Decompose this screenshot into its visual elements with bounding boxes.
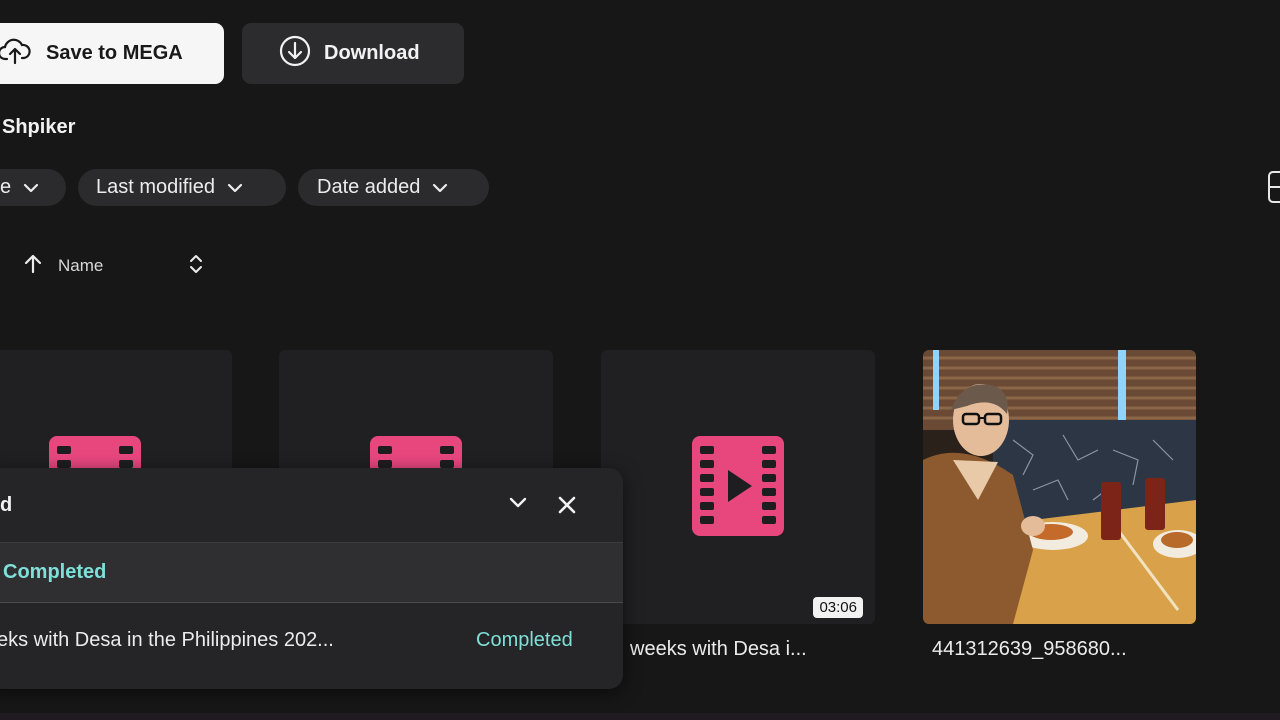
- folder-owner-name: Shpiker: [2, 116, 76, 138]
- cloud-upload-icon: [0, 36, 32, 72]
- transfer-panel-title: d: [0, 493, 13, 516]
- filter-chip-type[interactable]: e: [0, 169, 66, 206]
- save-to-mega-button[interactable]: Save to MEGA: [0, 23, 224, 84]
- chevron-down-icon: [23, 176, 39, 199]
- chevron-down-icon: [227, 176, 243, 199]
- sort-updown-icon[interactable]: [188, 252, 204, 281]
- save-button-label: Save to MEGA: [46, 42, 183, 64]
- divider: [0, 713, 1280, 720]
- photo-thumbnail: [923, 350, 1196, 624]
- grid-view-icon[interactable]: [1268, 171, 1280, 203]
- file-card-video[interactable]: 03:06: [601, 350, 875, 624]
- transfer-summary-status: Completed: [3, 561, 107, 583]
- close-icon[interactable]: [557, 495, 577, 520]
- transfer-status: Completed: [476, 628, 573, 651]
- film-icon: [692, 436, 784, 541]
- transfer-panel-header: d: [0, 468, 623, 543]
- sort-column-label: Name: [58, 256, 104, 275]
- file-card-image[interactable]: [923, 350, 1196, 624]
- filter-chip-last-modified[interactable]: Last modified: [78, 169, 286, 206]
- chevron-down-icon: [432, 176, 448, 199]
- filter-chip-label: e: [0, 176, 12, 198]
- download-button[interactable]: Download: [242, 23, 464, 84]
- download-button-label: Download: [324, 42, 420, 64]
- download-circle-icon: [278, 34, 312, 74]
- transfer-file-name: eks with Desa in the Philippines 202...: [0, 628, 334, 651]
- sort-control[interactable]: Name: [22, 250, 204, 282]
- transfer-summary: Completed: [0, 543, 623, 603]
- filter-chip-label: Last modified: [96, 176, 215, 198]
- filter-chip-date-added[interactable]: Date added: [298, 169, 489, 206]
- file-name-label: weeks with Desa i...: [630, 638, 807, 660]
- arrow-up-icon: [22, 253, 44, 280]
- video-duration-badge: 03:06: [813, 597, 863, 618]
- transfer-row[interactable]: eks with Desa in the Philippines 202... …: [0, 603, 623, 677]
- filter-chip-label: Date added: [317, 176, 421, 198]
- transfer-panel: d Completed eks with Desa in the Philipp…: [0, 468, 623, 689]
- chevron-down-icon[interactable]: [508, 496, 528, 515]
- file-name-label: 441312639_958680...: [932, 638, 1127, 660]
